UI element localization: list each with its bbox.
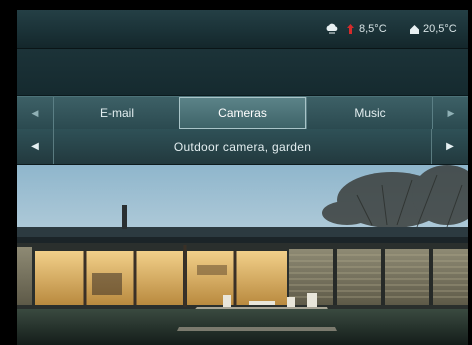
tab-email[interactable]: E-mail (53, 97, 180, 129)
camera-title: Outdoor camera, garden (53, 129, 432, 164)
tab-cameras[interactable]: Cameras (179, 97, 306, 129)
camera-feed-image (17, 165, 468, 345)
thermometer-up-icon (346, 21, 355, 37)
header-band (17, 49, 468, 95)
tab-music[interactable]: Music (306, 97, 433, 129)
tab-bar: ◀ E-mail Cameras Music ▶ (17, 96, 468, 130)
tab-scroll-left-arrow-icon[interactable]: ◀ (17, 97, 53, 129)
outdoor-temperature: 8,5°C (359, 23, 387, 35)
next-camera-arrow-icon[interactable]: ▶ (432, 129, 468, 164)
camera-selector: ◀ Outdoor camera, garden ▶ (17, 129, 468, 165)
previous-camera-arrow-icon[interactable]: ◀ (17, 129, 53, 164)
tab-scroll-right-arrow-icon[interactable]: ▶ (432, 97, 468, 129)
cloud-icon (325, 21, 339, 37)
indoor-temperature: 20,5°C (423, 23, 457, 35)
house-icon (409, 21, 420, 37)
control-panel: 8,5°C 20,5°C ◀ E-mail Cameras Music ▶ ◀ … (17, 10, 468, 345)
status-bar: 8,5°C 20,5°C (17, 10, 468, 49)
